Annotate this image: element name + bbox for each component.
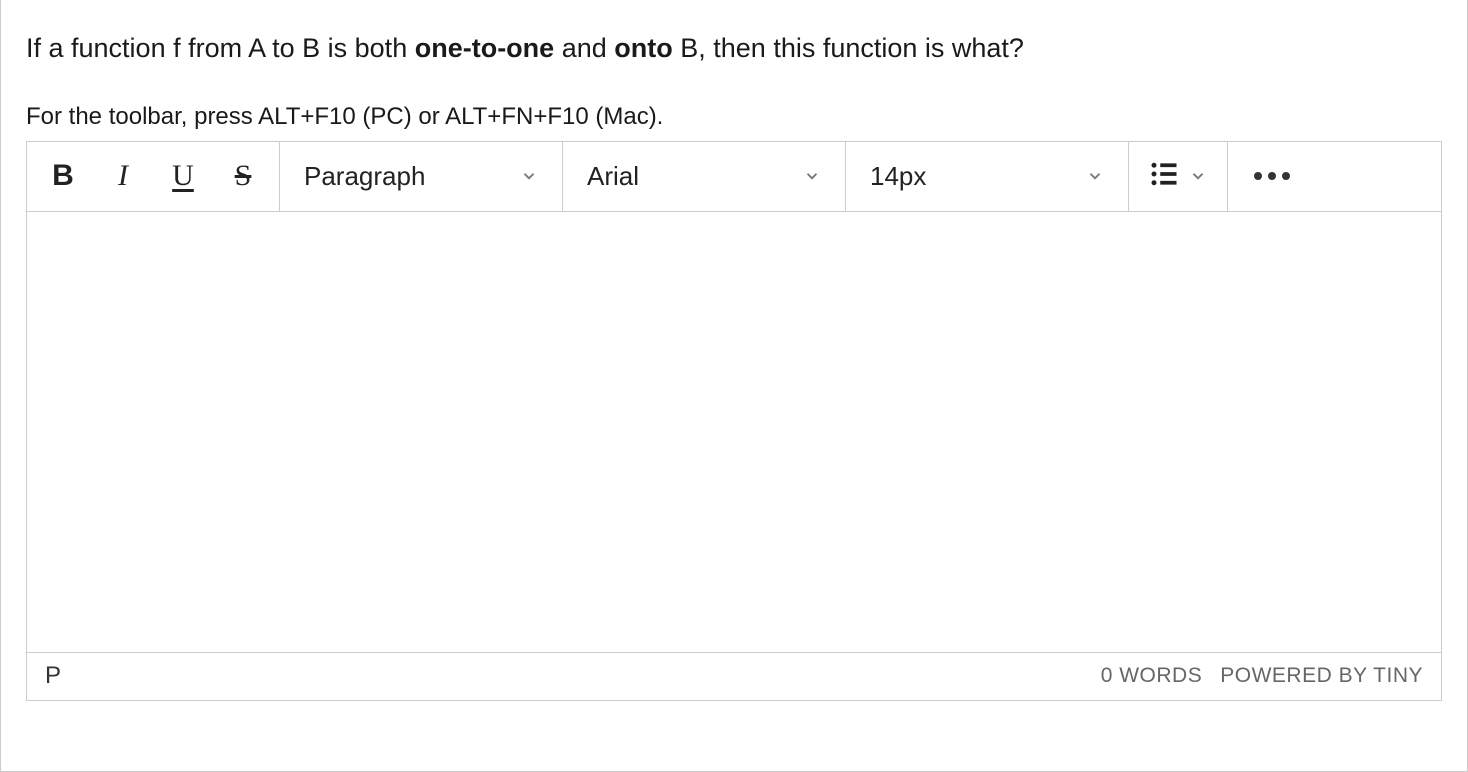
underline-button[interactable]: U [153, 142, 213, 211]
more-button[interactable] [1234, 172, 1310, 180]
question-bold-1: one-to-one [415, 33, 554, 63]
font-size-label: 14px [870, 161, 1056, 192]
question-text: If a function f from A to B is both one-… [26, 30, 1442, 68]
rich-text-editor: B I U S Paragraph Arial 14px [26, 141, 1442, 701]
text-style-group: B I U S [27, 142, 280, 211]
word-count: 0 WORDS [1101, 664, 1203, 688]
bold-button[interactable]: B [33, 142, 93, 211]
more-group [1228, 142, 1316, 211]
status-right: 0 WORDS POWERED BY TINY [1101, 664, 1423, 688]
italic-button[interactable]: I [93, 142, 153, 211]
block-format-select[interactable]: Paragraph [286, 142, 556, 211]
question-part: If a function f from A to B is both [26, 33, 415, 63]
chevron-down-icon [1086, 167, 1104, 185]
question-panel: If a function f from A to B is both one-… [0, 0, 1468, 772]
font-size-select[interactable]: 14px [852, 142, 1122, 211]
question-part: B, then this function is what? [673, 33, 1024, 63]
more-icon [1254, 172, 1290, 180]
editor-statusbar: P 0 WORDS POWERED BY TINY [27, 652, 1441, 700]
font-family-select[interactable]: Arial [569, 142, 839, 211]
chevron-down-icon [803, 167, 821, 185]
editor-content-area[interactable] [27, 212, 1441, 652]
powered-by[interactable]: POWERED BY TINY [1220, 664, 1423, 688]
font-family-label: Arial [587, 161, 773, 192]
editor-toolbar: B I U S Paragraph Arial 14px [27, 142, 1441, 212]
bullet-list-button[interactable] [1135, 159, 1221, 194]
format-group: Paragraph [280, 142, 563, 211]
bullet-list-icon [1149, 159, 1179, 194]
element-path[interactable]: P [45, 662, 61, 690]
toolbar-hint: For the toolbar, press ALT+F10 (PC) or A… [26, 103, 1442, 131]
font-group: Arial [563, 142, 846, 211]
question-bold-2: onto [614, 33, 672, 63]
list-group [1129, 142, 1228, 211]
chevron-down-icon [1189, 167, 1207, 185]
strikethrough-button[interactable]: S [213, 142, 273, 211]
chevron-down-icon [520, 167, 538, 185]
size-group: 14px [846, 142, 1129, 211]
block-format-label: Paragraph [304, 161, 490, 192]
question-part: and [554, 33, 614, 63]
